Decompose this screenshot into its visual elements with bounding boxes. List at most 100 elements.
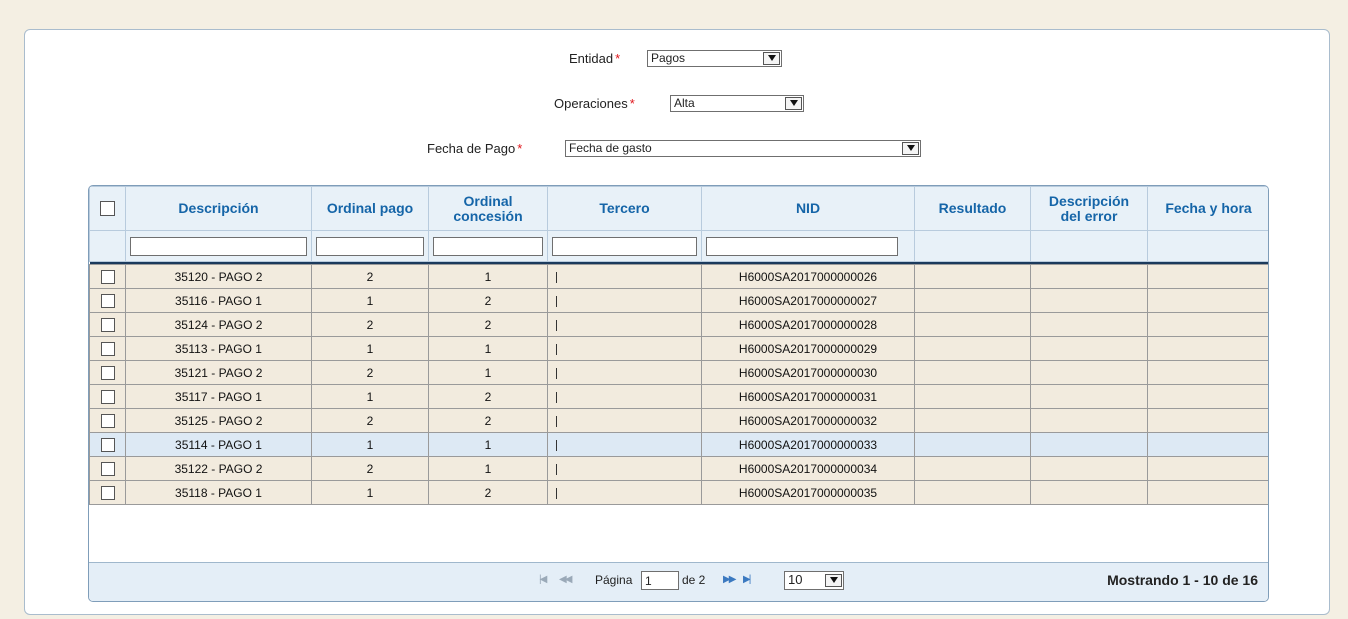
main-panel: Entidad * Pagos Operaciones * Alta Fecha d… <box>24 29 1330 615</box>
cell-descripcion-error <box>1030 456 1148 481</box>
cell-fecha-hora <box>1147 264 1268 289</box>
last-page-icon[interactable]: ▶| <box>743 574 751 585</box>
cell-descripcion: 35116 - PAGO 1 <box>125 288 312 313</box>
cell-ordinal-concesion: 1 <box>428 264 548 289</box>
results-summary: Mostrando 1 - 10 de 16 <box>1107 572 1258 588</box>
table-row[interactable]: 35122 - PAGO 2 2 1 H6000SA2017000000034 <box>89 456 1268 481</box>
col-nid[interactable]: NID <box>701 186 915 231</box>
cell-fecha-hora <box>1147 480 1268 505</box>
cell-resultado <box>914 384 1031 409</box>
tercero-text-fragment <box>556 319 557 331</box>
table-row[interactable]: 35125 - PAGO 2 2 2 H6000SA2017000000032 <box>89 408 1268 433</box>
row-checkbox[interactable] <box>100 317 115 332</box>
table-row[interactable]: 35121 - PAGO 2 2 1 H6000SA2017000000030 <box>89 360 1268 385</box>
row-checkbox[interactable] <box>100 365 115 380</box>
filter-descripcion-input[interactable] <box>130 236 307 256</box>
cell-ordinal-pago: 2 <box>311 264 429 289</box>
row-checkbox[interactable] <box>100 485 115 500</box>
entidad-label: Entidad <box>569 51 614 66</box>
cell-tercero <box>547 336 702 361</box>
table-row[interactable]: 35114 - PAGO 1 1 1 H6000SA2017000000033 <box>89 432 1268 457</box>
row-checkbox[interactable] <box>100 461 115 476</box>
col-tercero[interactable]: Tercero <box>547 186 702 231</box>
cell-resultado <box>914 336 1031 361</box>
cell-descripcion-error <box>1030 336 1148 361</box>
first-page-icon[interactable]: |◀ <box>539 574 547 585</box>
filter-empty <box>1030 230 1148 262</box>
cell-fecha-hora <box>1147 456 1268 481</box>
col-descripcion-error[interactable]: Descripción del error <box>1030 186 1148 231</box>
operaciones-label: Operaciones <box>554 96 628 111</box>
row-checkbox[interactable] <box>100 389 115 404</box>
table-row[interactable]: 35116 - PAGO 1 1 2 H6000SA2017000000027 <box>89 288 1268 313</box>
page-size-select[interactable]: 10 <box>784 571 844 590</box>
cell-ordinal-concesion: 2 <box>428 480 548 505</box>
operaciones-row: Operaciones * <box>554 96 638 111</box>
cell-ordinal-pago: 2 <box>311 408 429 433</box>
filter-descripcion-cell <box>125 230 312 262</box>
page-input[interactable]: 1 <box>641 571 679 590</box>
row-checkbox[interactable] <box>100 341 115 356</box>
cell-ordinal-concesion: 2 <box>428 408 548 433</box>
row-checkbox-cell <box>89 408 126 433</box>
row-checkbox[interactable] <box>100 269 115 284</box>
entidad-select-value: Pagos <box>651 51 686 65</box>
fecha-select[interactable]: Fecha de gasto <box>565 140 921 157</box>
tercero-text-fragment <box>556 271 557 283</box>
cell-ordinal-concesion: 2 <box>428 312 548 337</box>
cell-ordinal-pago: 1 <box>311 480 429 505</box>
table-row[interactable]: 35118 - PAGO 1 1 2 H6000SA2017000000035 <box>89 480 1268 505</box>
cell-ordinal-pago: 1 <box>311 432 429 457</box>
filter-nid-input[interactable] <box>706 236 898 256</box>
filter-empty <box>1147 230 1268 262</box>
cell-ordinal-pago: 2 <box>311 360 429 385</box>
row-checkbox-cell <box>89 432 126 457</box>
operaciones-select[interactable]: Alta <box>670 95 804 112</box>
cell-ordinal-pago: 1 <box>311 384 429 409</box>
select-all-cell <box>89 186 126 231</box>
filter-ordinal-concesion-cell <box>428 230 548 262</box>
row-checkbox[interactable] <box>100 293 115 308</box>
tercero-text-fragment <box>556 343 557 355</box>
filter-ordinal-pago-cell <box>311 230 429 262</box>
select-all-checkbox[interactable] <box>100 201 115 217</box>
cell-tercero <box>547 480 702 505</box>
cell-resultado <box>914 312 1031 337</box>
filter-ordinal-concesion-input[interactable] <box>433 236 543 256</box>
col-descripcion-error-label: Descripción del error <box>1048 192 1130 224</box>
table-row[interactable]: 35120 - PAGO 2 2 1 H6000SA2017000000026 <box>89 264 1268 289</box>
table-row[interactable]: 35117 - PAGO 1 1 2 H6000SA2017000000031 <box>89 384 1268 409</box>
cell-resultado <box>914 288 1031 313</box>
cell-fecha-hora <box>1147 360 1268 385</box>
row-checkbox[interactable] <box>100 437 115 452</box>
cell-descripcion-error <box>1030 432 1148 457</box>
col-ordinal-concesion[interactable]: Ordinal concesión <box>428 186 548 231</box>
chevron-down-icon[interactable] <box>825 574 842 587</box>
cell-tercero <box>547 408 702 433</box>
cell-descripcion: 35124 - PAGO 2 <box>125 312 312 337</box>
row-checkbox[interactable] <box>100 413 115 428</box>
col-resultado[interactable]: Resultado <box>914 186 1031 231</box>
filter-ordinal-pago-input[interactable] <box>316 236 424 256</box>
prev-page-icon[interactable]: ◀◀ <box>559 574 572 585</box>
tercero-text-fragment <box>556 463 557 475</box>
col-ordinal-pago[interactable]: Ordinal pago <box>311 186 429 231</box>
col-fecha-hora[interactable]: Fecha y hora <box>1147 186 1268 231</box>
cell-descripcion: 35121 - PAGO 2 <box>125 360 312 385</box>
cell-nid: H6000SA2017000000031 <box>701 384 915 409</box>
next-page-icon[interactable]: ▶▶ <box>723 574 736 585</box>
cell-nid: H6000SA2017000000034 <box>701 456 915 481</box>
table-row[interactable]: 35124 - PAGO 2 2 2 H6000SA2017000000028 <box>89 312 1268 337</box>
chevron-down-icon[interactable] <box>763 52 780 65</box>
cell-tercero <box>547 360 702 385</box>
table-row[interactable]: 35113 - PAGO 1 1 1 H6000SA2017000000029 <box>89 336 1268 361</box>
cell-fecha-hora <box>1147 408 1268 433</box>
chevron-down-icon[interactable] <box>902 142 919 155</box>
cell-tercero <box>547 384 702 409</box>
filter-tercero-input[interactable] <box>552 236 697 256</box>
col-descripcion[interactable]: Descripción <box>125 186 312 231</box>
cell-ordinal-concesion: 1 <box>428 360 548 385</box>
entidad-select[interactable]: Pagos <box>647 50 782 67</box>
cell-resultado <box>914 480 1031 505</box>
chevron-down-icon[interactable] <box>785 97 802 110</box>
